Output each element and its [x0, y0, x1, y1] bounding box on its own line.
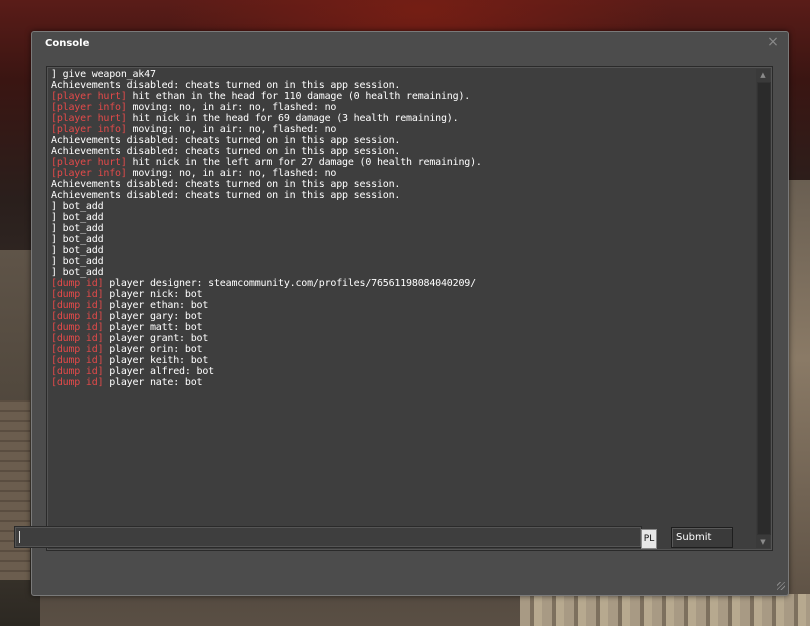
log-message: ] bot_add: [51, 245, 104, 256]
log-tag: [dump id]: [51, 344, 104, 355]
log-message: ] bot_add: [51, 267, 104, 278]
log-message: ] bot_add: [51, 234, 104, 245]
game-scene-right: [786, 180, 810, 626]
log-line: Achievements disabled: cheats turned on …: [51, 179, 752, 190]
log-line: Achievements disabled: cheats turned on …: [51, 135, 752, 146]
log-message: Achievements disabled: cheats turned on …: [51, 146, 401, 157]
log-line: [player info] moving: no, in air: no, fl…: [51, 102, 752, 113]
scroll-down-icon[interactable]: ▼: [756, 536, 770, 548]
log-tag: [player info]: [51, 124, 127, 135]
log-tag: [dump id]: [51, 311, 104, 322]
log-message: player orin: bot: [103, 344, 203, 355]
scroll-up-icon[interactable]: ▲: [756, 69, 770, 81]
log-line: [dump id] player gary: bot: [51, 311, 752, 322]
text-caret: [19, 531, 20, 543]
log-line: [dump id] player keith: bot: [51, 355, 752, 366]
log-line: [player hurt] hit nick in the head for 6…: [51, 113, 752, 124]
log-message: ] bot_add: [51, 212, 104, 223]
log-message: ] bot_add: [51, 256, 104, 267]
log-line: ] give weapon_ak47: [51, 69, 752, 80]
log-message: hit nick in the head for 69 damage (3 he…: [126, 113, 459, 124]
log-tag: [dump id]: [51, 333, 104, 344]
log-lines: ] give weapon_ak47 Achievements disabled:…: [51, 69, 752, 388]
log-message: ] bot_add: [51, 223, 104, 234]
log-line: [dump id] player alfred: bot: [51, 366, 752, 377]
log-message: hit nick in the left arm for 27 damage (…: [126, 157, 482, 168]
log-line: [dump id] player nate: bot: [51, 377, 752, 388]
log-line: [player hurt] hit ethan in the head for …: [51, 91, 752, 102]
log-message: player designer: steamcommunity.com/prof…: [103, 278, 476, 289]
log-message: moving: no, in air: no, flashed: no: [126, 124, 337, 135]
log-tag: [dump id]: [51, 355, 104, 366]
log-message: player keith: bot: [103, 355, 209, 366]
resize-grip-icon[interactable]: [777, 582, 785, 590]
log-tag: [dump id]: [51, 300, 104, 311]
log-message: ] bot_add: [51, 201, 104, 212]
log-tag: [player info]: [51, 168, 127, 179]
console-log[interactable]: ] give weapon_ak47 Achievements disabled:…: [46, 66, 773, 551]
log-tag: [player info]: [51, 102, 127, 113]
log-line: ] bot_add: [51, 201, 752, 212]
log-line: [dump id] player grant: bot: [51, 333, 752, 344]
log-message: Achievements disabled: cheats turned on …: [51, 190, 401, 201]
command-input[interactable]: [14, 526, 642, 548]
log-line: ] bot_add: [51, 212, 752, 223]
log-message: Achievements disabled: cheats turned on …: [51, 135, 401, 146]
log-line: [dump id] player matt: bot: [51, 322, 752, 333]
log-message: moving: no, in air: no, flashed: no: [126, 102, 337, 113]
log-message: moving: no, in air: no, flashed: no: [126, 168, 337, 179]
log-line: Achievements disabled: cheats turned on …: [51, 146, 752, 157]
log-message: player ethan: bot: [103, 300, 209, 311]
log-line: [dump id] player nick: bot: [51, 289, 752, 300]
title-bar[interactable]: Console ×: [32, 32, 788, 54]
log-message: player nate: bot: [103, 377, 203, 388]
log-message: Achievements disabled: cheats turned on …: [51, 179, 401, 190]
window-title: Console: [45, 38, 90, 49]
log-line: [dump id] player ethan: bot: [51, 300, 752, 311]
log-message: player matt: bot: [103, 322, 203, 333]
log-tag: [player hurt]: [51, 157, 127, 168]
log-message: player nick: bot: [103, 289, 203, 300]
game-scene-wall: [0, 400, 30, 580]
log-message: ] give weapon_ak47: [51, 69, 156, 80]
submit-button[interactable]: Submit: [671, 527, 733, 548]
log-line: [player hurt] hit nick in the left arm f…: [51, 157, 752, 168]
log-tag: [player hurt]: [51, 91, 127, 102]
log-line: Achievements disabled: cheats turned on …: [51, 80, 752, 91]
log-line: [dump id] player orin: bot: [51, 344, 752, 355]
log-line: ] bot_add: [51, 245, 752, 256]
log-message: hit ethan in the head for 110 damage (0 …: [126, 91, 471, 102]
log-message: player grant: bot: [103, 333, 209, 344]
log-message: player gary: bot: [103, 311, 203, 322]
log-line: ] bot_add: [51, 223, 752, 234]
scroll-thumb[interactable]: [757, 82, 771, 535]
log-tag: [dump id]: [51, 278, 104, 289]
log-tag: [dump id]: [51, 377, 104, 388]
log-tag: [dump id]: [51, 366, 104, 377]
log-tag: [dump id]: [51, 322, 104, 333]
log-tag: [player hurt]: [51, 113, 127, 124]
log-line: [player info] moving: no, in air: no, fl…: [51, 124, 752, 135]
close-icon[interactable]: ×: [766, 35, 780, 49]
log-message: player alfred: bot: [103, 366, 214, 377]
log-line: Achievements disabled: cheats turned on …: [51, 190, 752, 201]
scrollbar[interactable]: ▲ ▼: [756, 69, 771, 548]
log-tag: [dump id]: [51, 289, 104, 300]
log-line: ] bot_add: [51, 267, 752, 278]
log-message: Achievements disabled: cheats turned on …: [51, 80, 401, 91]
game-scene-rubble: [520, 594, 810, 626]
log-line: [dump id] player designer: steamcommunit…: [51, 278, 752, 289]
log-line: ] bot_add: [51, 256, 752, 267]
log-line: ] bot_add: [51, 234, 752, 245]
log-line: [player info] moving: no, in air: no, fl…: [51, 168, 752, 179]
language-indicator: PL: [641, 529, 657, 549]
console-window: Console × ] give weapon_ak47 Achievements…: [31, 31, 789, 596]
